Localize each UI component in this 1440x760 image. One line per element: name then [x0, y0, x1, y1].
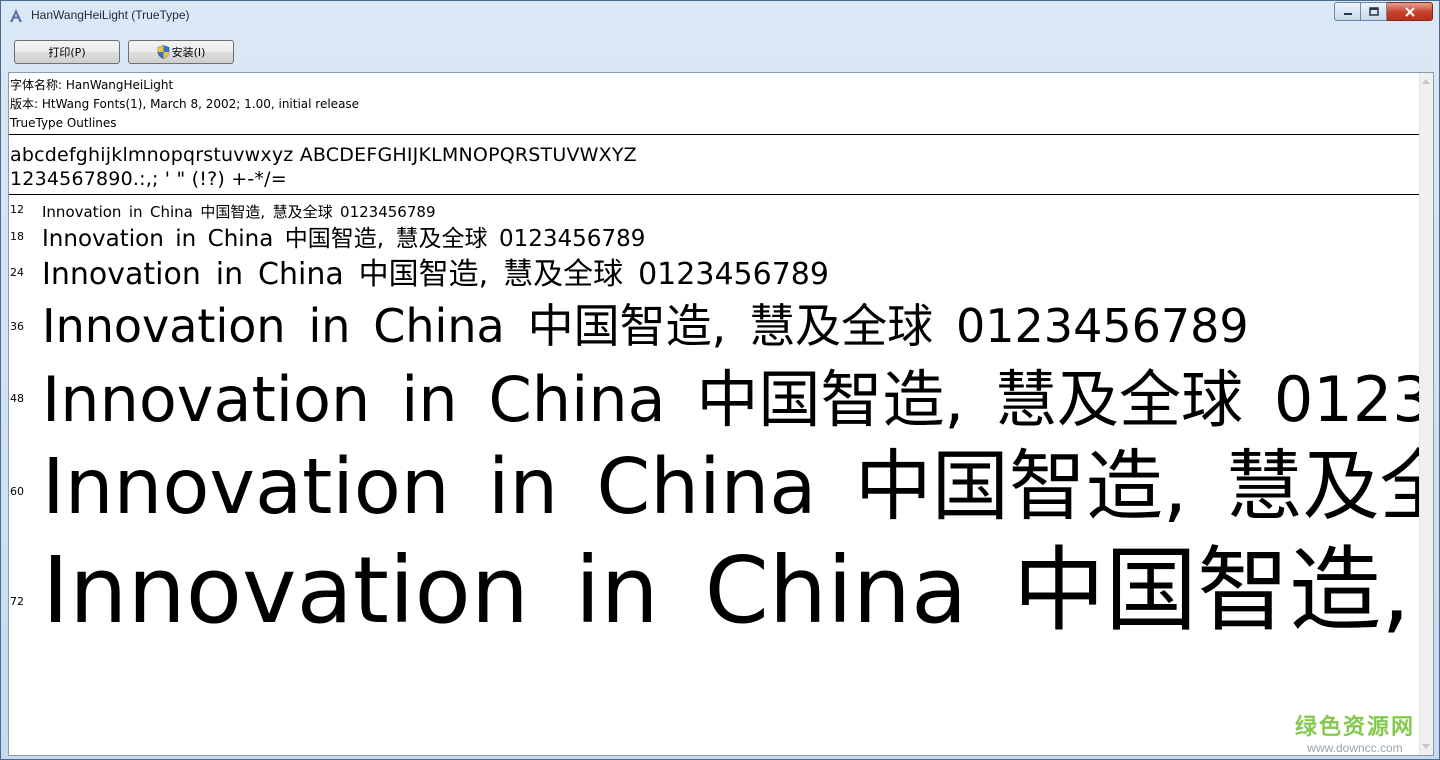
title-bar[interactable]: HanWangHeiLight (TrueType): [1, 1, 1439, 31]
font-app-icon: [10, 9, 22, 22]
sample-size-label: 48: [10, 392, 24, 405]
install-button-label: 安装(I): [171, 46, 206, 59]
minimize-icon: [1343, 12, 1352, 15]
minimize-button[interactable]: [1334, 2, 1361, 21]
sample-size-label: 18: [10, 230, 24, 243]
install-button[interactable]: 安装(I): [128, 40, 234, 64]
font-outline-type: TrueType Outlines: [10, 116, 117, 130]
divider: [9, 194, 1419, 195]
watermark-name: 绿色资源网: [1294, 715, 1415, 740]
print-button[interactable]: 打印(P): [14, 40, 120, 64]
window-title: HanWangHeiLight (TrueType): [31, 8, 190, 22]
maximize-icon: [1368, 7, 1379, 16]
sample-text: Innovation in China 中国智造, 慧及全球 012345678…: [42, 299, 1249, 353]
character-set: abcdefghijklmnopqrstuvwxyz ABCDEFGHIJKLM…: [10, 143, 637, 191]
font-name: 字体名称: HanWangHeiLight: [10, 78, 174, 92]
caption-buttons: [1334, 2, 1433, 21]
scroll-up-arrow-icon[interactable]: [1422, 79, 1430, 84]
uac-shield-icon: [157, 45, 169, 59]
font-info: 字体名称: HanWangHeiLight 版本: HtWang Fonts(1…: [10, 76, 359, 133]
sample-size-label: 72: [10, 595, 24, 608]
sample-text: Innovation in China 中国智造, 慧及全球 012345678…: [42, 537, 1420, 644]
sample-text: Innovation in China 中国智造, 慧及全球 012345678…: [42, 257, 829, 292]
watermark: 绿色资源网 www.downcc.com: [1295, 709, 1415, 755]
font-preview-pane[interactable]: 字体名称: HanWangHeiLight 版本: HtWang Fonts(1…: [8, 72, 1434, 756]
divider: [9, 134, 1419, 135]
sample-text: Innovation in China 中国智造, 慧及全球 012345678…: [42, 226, 646, 252]
watermark-url: www.downcc.com: [1307, 741, 1403, 755]
sample-size-label: 12: [10, 203, 24, 216]
font-version: 版本: HtWang Fonts(1), March 8, 2002; 1.00…: [10, 97, 360, 111]
scroll-down-arrow-icon[interactable]: [1422, 744, 1430, 749]
print-button-label: 打印(P): [48, 46, 86, 59]
maximize-button[interactable]: [1361, 2, 1387, 21]
charset-letters: abcdefghijklmnopqrstuvwxyz ABCDEFGHIJKLM…: [10, 144, 637, 166]
sample-size-label: 60: [10, 485, 24, 498]
close-button[interactable]: [1387, 2, 1433, 21]
preview-viewport: 字体名称: HanWangHeiLight 版本: HtWang Fonts(1…: [9, 73, 1420, 755]
vertical-scrollbar[interactable]: [1419, 73, 1433, 755]
font-viewer-window: HanWangHeiLight (TrueType) 打印(P) 安装(I) 字…: [0, 0, 1440, 760]
toolbar: 打印(P) 安装(I): [8, 33, 1432, 71]
close-icon: [1404, 6, 1415, 17]
charset-digits-symbols: 1234567890.:,; ' " (!?) +-*/=: [10, 168, 287, 190]
sample-size-label: 36: [10, 320, 24, 333]
sample-size-label: 24: [10, 266, 24, 279]
